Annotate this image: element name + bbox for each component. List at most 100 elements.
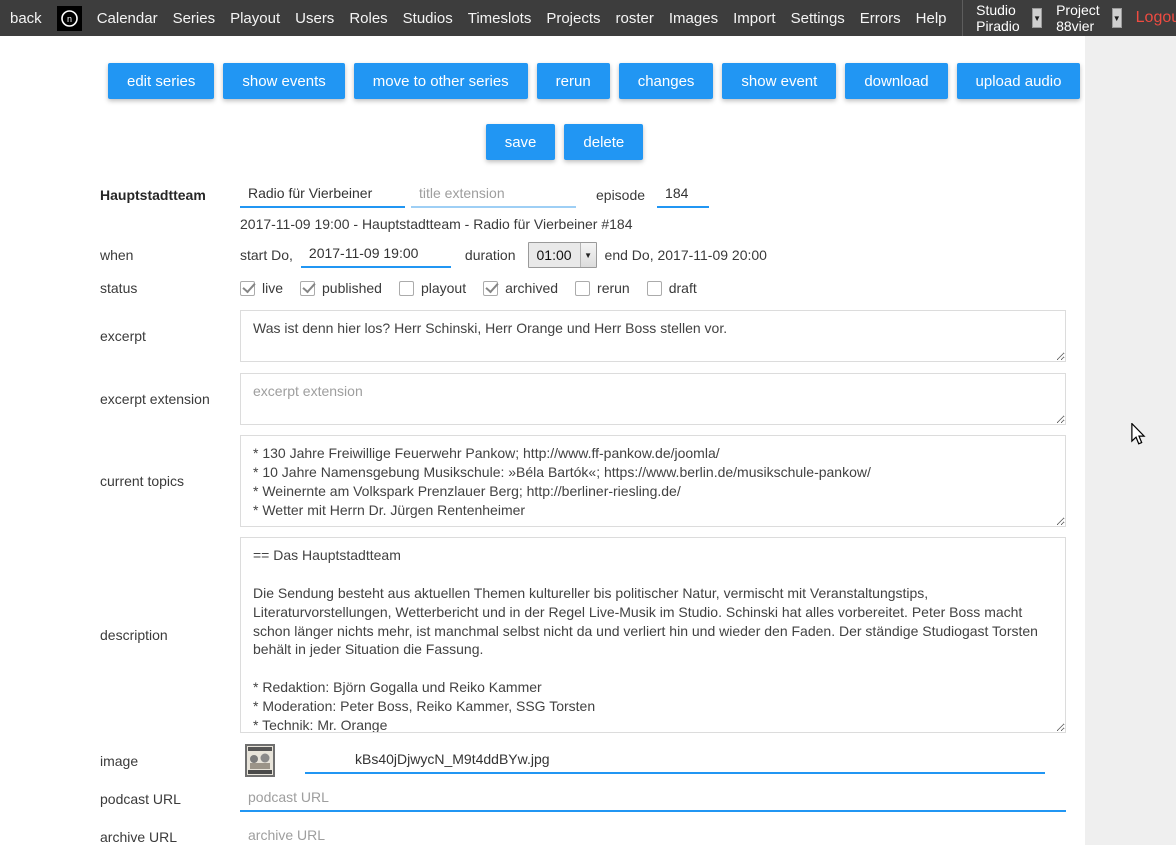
download-button[interactable]: download: [845, 63, 947, 99]
chevron-down-icon: ▼: [1112, 8, 1122, 28]
rerun-button[interactable]: rerun: [537, 63, 610, 99]
nav-roster[interactable]: roster: [616, 10, 654, 27]
excerpt-extension-label: excerpt extension: [100, 391, 240, 407]
move-to-other-series-button[interactable]: move to other series: [354, 63, 528, 99]
excerpt-label: excerpt: [100, 328, 240, 344]
checkbox-label: live: [262, 280, 283, 296]
end-datetime-text: end Do, 2017-11-09 20:00: [605, 247, 767, 263]
checkbox-label: published: [322, 280, 382, 296]
form-row-excerpt-extension: excerpt extension: [0, 373, 1085, 425]
excerpt-extension-textarea[interactable]: [240, 373, 1066, 425]
form-row-excerpt: excerpt: [0, 310, 1085, 362]
episode-input[interactable]: [657, 182, 709, 208]
checkbox-label: draft: [669, 280, 697, 296]
current-topics-label: current topics: [100, 473, 240, 489]
start-datetime-input[interactable]: [301, 242, 451, 268]
checkbox-label: rerun: [597, 280, 630, 296]
nav-users[interactable]: Users: [295, 10, 334, 27]
duration-select-value: 01:00: [529, 247, 580, 263]
nav-help[interactable]: Help: [916, 10, 947, 27]
duration-label: duration: [465, 247, 516, 263]
when-label: when: [100, 247, 240, 263]
title-input[interactable]: [240, 182, 405, 208]
main-content: edit series show events move to other se…: [0, 36, 1085, 845]
excerpt-textarea[interactable]: [240, 310, 1066, 362]
archive-url-label: archive URL: [100, 829, 240, 845]
archive-url-input[interactable]: [240, 824, 1066, 845]
status-checkbox-live[interactable]: live: [240, 280, 283, 296]
podcast-url-label: podcast URL: [100, 791, 240, 807]
upload-audio-button[interactable]: upload audio: [957, 63, 1081, 99]
logo-glyph: n: [59, 8, 80, 29]
checkbox-icon[interactable]: [300, 281, 315, 296]
checkbox-icon[interactable]: [483, 281, 498, 296]
toolbar-row: edit series show events move to other se…: [108, 63, 1085, 99]
image-thumbnail[interactable]: [245, 744, 275, 777]
svg-text:n: n: [67, 14, 72, 24]
nav-projects[interactable]: Projects: [546, 10, 600, 27]
nav-images[interactable]: Images: [669, 10, 718, 27]
status-checkbox-playout[interactable]: playout: [399, 280, 466, 296]
save-button[interactable]: save: [486, 124, 556, 160]
app-logo-icon[interactable]: n: [57, 6, 82, 31]
nav-timeslots[interactable]: Timeslots: [468, 10, 532, 27]
nav-errors[interactable]: Errors: [860, 10, 901, 27]
status-label: status: [100, 280, 240, 296]
current-topics-textarea[interactable]: [240, 435, 1066, 527]
show-events-button[interactable]: show events: [223, 63, 344, 99]
form-row-description: description: [0, 537, 1085, 733]
changes-button[interactable]: changes: [619, 63, 714, 99]
form-row-image: image: [0, 744, 1085, 777]
nav-playout[interactable]: Playout: [230, 10, 280, 27]
project-select[interactable]: Project 88vier ▼: [1056, 2, 1122, 34]
checkbox-icon[interactable]: [399, 281, 414, 296]
form-row-archive-url: archive URL: [0, 824, 1085, 845]
image-filename-input[interactable]: [305, 748, 1045, 774]
studio-select[interactable]: Studio Piradio ▼: [976, 2, 1042, 34]
checkbox-icon[interactable]: [240, 281, 255, 296]
series-name-label: Hauptstadtteam: [100, 187, 240, 203]
image-label: image: [100, 753, 240, 769]
show-event-button[interactable]: show event: [722, 63, 836, 99]
chevron-down-icon: ▼: [1032, 8, 1042, 28]
edit-series-button[interactable]: edit series: [108, 63, 214, 99]
generated-title-text: 2017-11-09 19:00 - Hauptstadtteam - Radi…: [240, 216, 633, 232]
nav-calendar[interactable]: Calendar: [97, 10, 158, 27]
duration-select[interactable]: 01:00 ▼: [528, 242, 597, 268]
start-label: start Do,: [240, 247, 293, 263]
delete-button[interactable]: delete: [564, 124, 643, 160]
mouse-cursor: [1130, 423, 1146, 445]
top-navbar: back n Calendar Series Playout Users Rol…: [0, 0, 1176, 36]
status-checkbox-rerun[interactable]: rerun: [575, 280, 630, 296]
form-row-status: status live published playout archived r…: [0, 280, 1085, 296]
status-checkbox-draft[interactable]: draft: [647, 280, 697, 296]
status-checkbox-published[interactable]: published: [300, 280, 382, 296]
nav-settings[interactable]: Settings: [791, 10, 845, 27]
checkbox-label: playout: [421, 280, 466, 296]
description-label: description: [100, 627, 240, 643]
status-checkbox-archived[interactable]: archived: [483, 280, 558, 296]
chevron-down-icon: ▼: [580, 243, 596, 267]
nav-import[interactable]: Import: [733, 10, 776, 27]
episode-label: episode: [596, 187, 645, 203]
form-row-title: Hauptstadtteam episode: [0, 182, 1085, 208]
nav-roles[interactable]: Roles: [349, 10, 387, 27]
form-row-current-topics: current topics: [0, 435, 1085, 527]
nav-studios[interactable]: Studios: [403, 10, 453, 27]
nav-series[interactable]: Series: [173, 10, 216, 27]
navbar-divider: [962, 0, 963, 36]
checkbox-icon[interactable]: [575, 281, 590, 296]
project-select-value: Project 88vier: [1056, 2, 1105, 34]
save-delete-row: save delete: [80, 124, 1085, 160]
logout-link[interactable]: Logout: [1136, 9, 1176, 27]
form-row-generated-title: 2017-11-09 19:00 - Hauptstadtteam - Radi…: [0, 216, 1085, 232]
studio-select-value: Studio Piradio: [976, 2, 1025, 34]
checkbox-label: archived: [505, 280, 558, 296]
title-extension-input[interactable]: [411, 182, 576, 208]
podcast-url-input[interactable]: [240, 786, 1066, 812]
form-row-when: when start Do, duration 01:00 ▼ end Do, …: [0, 242, 1085, 268]
description-textarea[interactable]: [240, 537, 1066, 733]
nav-back[interactable]: back: [10, 10, 42, 27]
form-row-podcast-url: podcast URL: [0, 786, 1085, 812]
checkbox-icon[interactable]: [647, 281, 662, 296]
